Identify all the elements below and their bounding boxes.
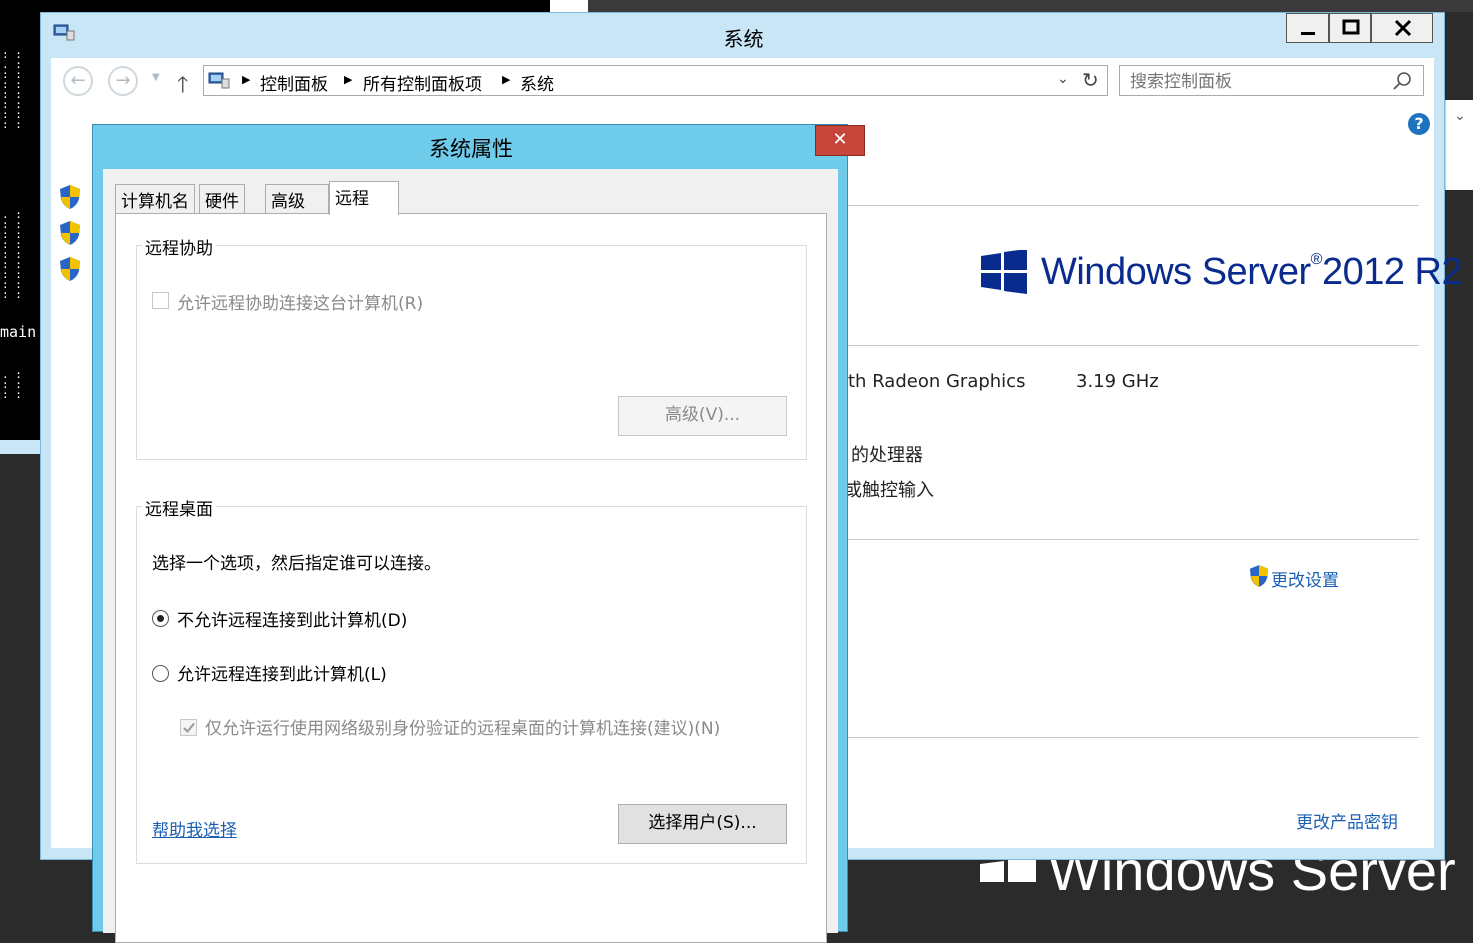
- forward-button[interactable]: →: [108, 66, 138, 96]
- back-button[interactable]: ←: [63, 66, 93, 96]
- section-divider: [846, 539, 1419, 540]
- search-box[interactable]: [1119, 65, 1424, 97]
- maximize-button[interactable]: [1329, 13, 1371, 43]
- windows-edition-logo: Windows Server®2012 R2: [1041, 251, 1463, 293]
- checkmark-icon: [183, 722, 195, 733]
- address-dropdown-button[interactable]: ⌄: [1057, 71, 1069, 87]
- tab-hardware[interactable]: 硬件: [199, 184, 245, 213]
- tab-advanced[interactable]: 高级: [265, 184, 329, 213]
- terminal-dots: : :. :: :: :: :: :: :: :: [2, 48, 22, 131]
- search-input[interactable]: [1120, 66, 1402, 97]
- arrow-left-icon: ←: [70, 70, 86, 91]
- processor-name: th Radeon Graphics: [848, 371, 1026, 392]
- nla-checkbox[interactable]: [180, 719, 197, 736]
- shield-icon: [1249, 565, 1269, 587]
- dialog-close-button[interactable]: ✕: [815, 125, 865, 156]
- terminal-dots: . :: :: :: [2, 368, 22, 401]
- close-window-button[interactable]: [1371, 13, 1433, 43]
- allow-remote-radio[interactable]: [152, 665, 169, 682]
- processor-speed: 3.19 GHz: [1076, 371, 1159, 392]
- breadcrumb-system[interactable]: 系统: [520, 70, 554, 95]
- windows-logo-icon: [981, 250, 1027, 294]
- background-window-edge: [0, 440, 40, 454]
- deny-remote-radio[interactable]: [152, 610, 169, 627]
- help-me-choose-link[interactable]: 帮助我选择: [152, 816, 237, 841]
- breadcrumb-all-items[interactable]: 所有控制面板项: [363, 70, 482, 95]
- up-button[interactable]: 🡑: [177, 68, 188, 106]
- terminal-text: main: [0, 323, 37, 341]
- terminal-dots: . :: :: :: :: :: :: :: :: :: [2, 208, 22, 301]
- allow-remote-label[interactable]: 允许远程连接到此计算机(L): [177, 660, 387, 685]
- section-divider: [846, 345, 1419, 346]
- pen-touch-value: 或触控输入: [844, 480, 934, 501]
- background-window-partial: ⌄: [1445, 100, 1473, 190]
- breadcrumb-separator-icon: ▶: [502, 73, 511, 86]
- breadcrumb-separator-icon: ▶: [344, 73, 353, 86]
- allow-remote-assistance-label: 允许远程协助连接这台计算机(R): [177, 294, 424, 314]
- minimize-button[interactable]: [1286, 13, 1329, 43]
- system-properties-dialog: 系统属性 ✕ 计算机名 硬件 高级 远程 远程协助 允许远程协助连接这台计算机(…: [92, 124, 865, 943]
- refresh-button[interactable]: ↻: [1082, 68, 1099, 92]
- background-window-edge: [550, 0, 588, 12]
- arrow-right-icon: →: [115, 70, 131, 91]
- system-type-value: 的处理器: [851, 445, 923, 466]
- breadcrumb-separator-icon: ▶: [242, 73, 251, 86]
- dialog-content: 计算机名 硬件 高级 远程 远程协助 允许远程协助连接这台计算机(R) 高级(V…: [103, 169, 838, 943]
- select-users-button[interactable]: 选择用户(S)...: [618, 804, 787, 844]
- shield-icon[interactable]: [59, 256, 81, 282]
- allow-remote-assistance-checkbox[interactable]: [152, 292, 169, 309]
- close-icon: [1394, 19, 1412, 37]
- address-bar[interactable]: ▶ 控制面板 ▶ 所有控制面板项 ▶ 系统 ⌄ ↻: [203, 65, 1108, 96]
- remote-desktop-label: 远程桌面: [142, 495, 216, 520]
- change-product-key-link[interactable]: 更改产品密钥: [1296, 808, 1398, 833]
- section-divider: [846, 205, 1419, 206]
- deny-remote-label[interactable]: 不允许远程连接到此计算机(D): [177, 606, 407, 631]
- remote-assistance-label: 远程协助: [142, 234, 216, 259]
- remote-desktop-instruction: 选择一个选项，然后指定谁可以连接。: [152, 554, 441, 574]
- dialog-title: 系统属性: [429, 137, 513, 161]
- minimize-icon: [1301, 32, 1315, 35]
- nla-label: 仅允许运行使用网络级别身份验证的远程桌面的计算机连接(建议)(N): [205, 719, 721, 739]
- background-window-edge: [40, 0, 550, 12]
- control-panel-icon: [208, 72, 230, 89]
- maximize-icon: [1342, 19, 1360, 35]
- recent-pages-dropdown[interactable]: ▼: [152, 72, 160, 83]
- change-settings-link[interactable]: 更改设置: [1271, 566, 1339, 591]
- chevron-down-icon: ⌄: [1454, 108, 1466, 124]
- close-icon: ✕: [832, 129, 848, 150]
- terminal-window: : :. :: :: :: :: :: :: : . :: :: :: :: :…: [0, 0, 40, 440]
- window-title: 系统: [723, 27, 764, 51]
- help-icon[interactable]: ?: [1408, 113, 1430, 135]
- breadcrumb-control-panel[interactable]: 控制面板: [260, 70, 328, 95]
- search-icon[interactable]: [1392, 70, 1414, 92]
- wallpaper-logo-text: Windows Server 2012 R2: [1048, 860, 1473, 902]
- tab-computer-name[interactable]: 计算机名: [115, 184, 195, 213]
- advanced-button[interactable]: 高级(V)...: [618, 396, 787, 436]
- remote-tab-panel: 远程协助 允许远程协助连接这台计算机(R) 高级(V)... 远程桌面 选择一个…: [115, 213, 827, 943]
- shield-icon[interactable]: [59, 184, 81, 210]
- windows-logo-icon: [980, 860, 1036, 882]
- desktop-wallpaper-logo: Windows Server 2012 R2: [978, 860, 1473, 932]
- background-window-edge: [588, 0, 1473, 12]
- tab-remote[interactable]: 远程: [329, 181, 399, 215]
- shield-icon[interactable]: [59, 220, 81, 246]
- section-divider: [846, 737, 1419, 738]
